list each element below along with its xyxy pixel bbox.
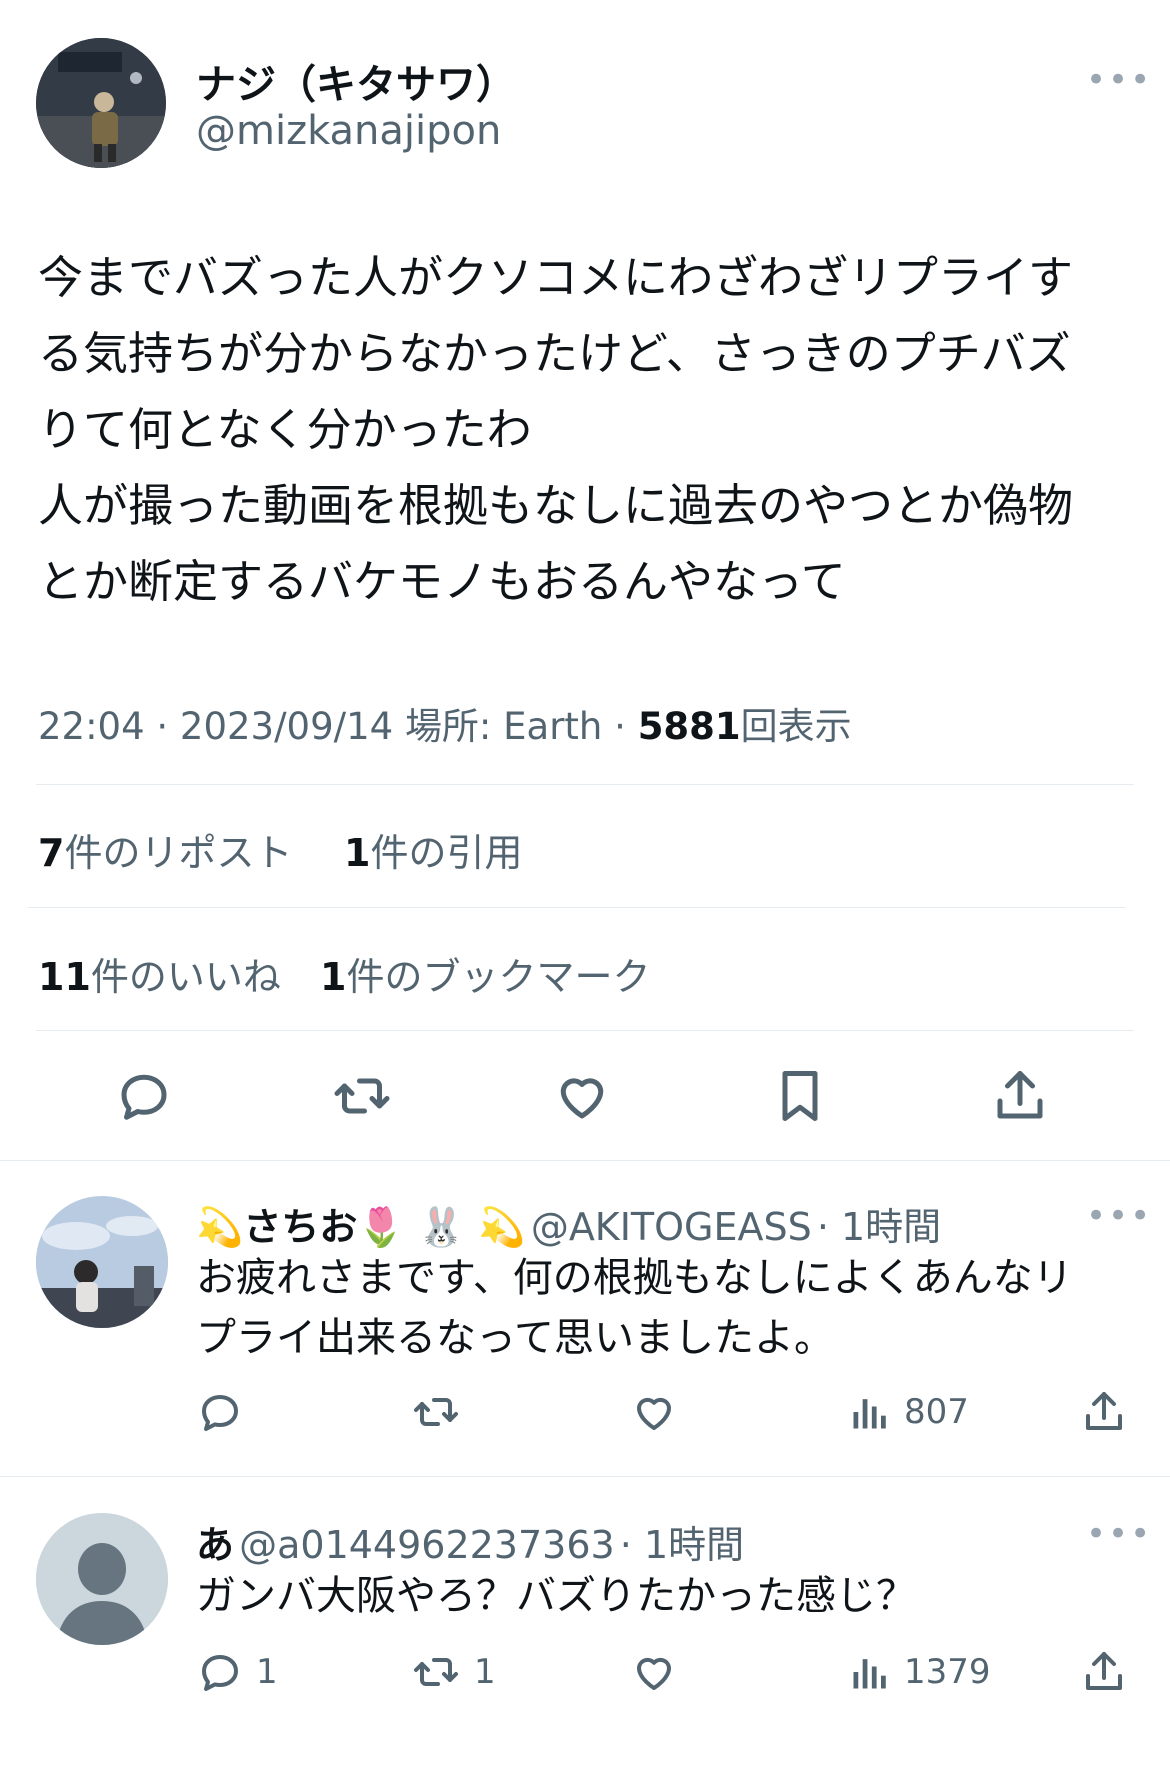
reply-count: 1: [256, 1652, 278, 1692]
bookmarks-stat[interactable]: 1件のブックマーク: [320, 946, 650, 1001]
share-button[interactable]: [1080, 1646, 1128, 1698]
reply-button[interactable]: [112, 1064, 176, 1128]
bookmarks-count: 1: [320, 955, 347, 999]
share-icon: [997, 1071, 1043, 1119]
reply-handle[interactable]: @a0144962237363: [239, 1523, 615, 1567]
tweet-body-line: とか断定するバケモノもおるんやなって: [38, 555, 846, 608]
divider: [28, 907, 1126, 908]
author-handle[interactable]: @mizkanajipon: [196, 108, 501, 154]
bookmark-icon: [782, 1071, 818, 1121]
views-count: 807: [904, 1392, 969, 1432]
quotes-count: 1: [344, 831, 371, 875]
bookmarks-label: 件のブックマーク: [346, 955, 651, 999]
share-icon: [1086, 1392, 1122, 1430]
tweet-body-line: りて何となく分かったわ: [38, 403, 532, 456]
reply-avatar[interactable]: [36, 1196, 168, 1328]
repost-button[interactable]: 1: [410, 1646, 496, 1698]
tweet-meta: 22:04 · 2023/09/14 場所: Earth · 5881回表示: [38, 696, 852, 750]
reply-header: 💫さちお🌷 🐰 💫 @AKITOGEASS · 1時間: [196, 1196, 941, 1251]
reply-display-name[interactable]: あ: [196, 1523, 234, 1567]
like-button[interactable]: [630, 1386, 678, 1438]
like-icon: [560, 1078, 604, 1119]
share-button[interactable]: [988, 1064, 1052, 1128]
analytics-icon: [853, 1399, 886, 1429]
divider: [36, 1030, 1134, 1031]
tweet-body-line: る気持ちが分からなかったけど、さっきのプチバズ: [38, 327, 1071, 380]
more-options-icon[interactable]: •••: [1086, 1196, 1152, 1236]
reply-text-line: プライ出来るなって思いましたよ。: [196, 1315, 834, 1361]
tweet-timestamp[interactable]: 22:04 · 2023/09/14: [38, 705, 393, 748]
reposts-stat[interactable]: 7件のリポスト: [38, 822, 292, 877]
reply-icon: [202, 1395, 238, 1431]
author-display-name[interactable]: ナジ（キタサワ）: [196, 52, 516, 110]
bookmark-button[interactable]: [768, 1064, 832, 1128]
author-avatar[interactable]: [36, 38, 166, 168]
reply-text-line: ガンバ大阪やろ？バズりたかった感じ？: [196, 1573, 916, 1619]
quotes-label: 件の引用: [370, 831, 523, 875]
more-options-icon[interactable]: •••: [1086, 1514, 1152, 1554]
reply-avatar-default[interactable]: [36, 1513, 168, 1645]
likes-stat[interactable]: 11件のいいね: [38, 946, 281, 1001]
likes-count: 11: [38, 955, 91, 999]
reply-display-name[interactable]: 💫さちお🌷 🐰 💫: [196, 1205, 526, 1249]
views-label: 回表示: [740, 705, 852, 748]
reply-time[interactable]: · 1時間: [620, 1523, 744, 1567]
reply-icon: [202, 1655, 238, 1691]
repost-count: 1: [474, 1652, 496, 1692]
reposts-count: 7: [38, 831, 65, 875]
views-button[interactable]: 807: [848, 1386, 969, 1438]
repost-icon: [414, 1658, 458, 1686]
divider: [0, 1160, 1170, 1161]
reply-handle[interactable]: @AKITOGEASS: [531, 1205, 812, 1249]
tweet-body-line: 人が撮った動画を根拠もなしに過去のやつとか偽物: [38, 479, 1074, 532]
reply-time[interactable]: · 1時間: [817, 1205, 941, 1249]
views-button[interactable]: 1379: [848, 1646, 991, 1698]
repost-icon: [334, 1078, 390, 1114]
divider: [36, 784, 1134, 785]
reply-button[interactable]: [196, 1386, 256, 1438]
reply-text-line: お疲れさまです、何の根拠もなしによくあんなリ: [196, 1255, 1073, 1301]
likes-label: 件のいいね: [90, 955, 281, 999]
quotes-stat[interactable]: 1件の引用: [344, 822, 522, 877]
tweet-body-line: 今までバズった人がクソコメにわざわざリプライす: [38, 251, 1074, 304]
share-button[interactable]: [1080, 1386, 1128, 1438]
like-icon: [637, 1397, 671, 1430]
more-options-icon[interactable]: •••: [1086, 60, 1152, 100]
analytics-icon: [853, 1659, 886, 1689]
like-button[interactable]: [630, 1646, 678, 1698]
reposts-label: 件のリポスト: [64, 831, 293, 875]
reply-header: あ @a0144962237363 · 1時間: [196, 1514, 744, 1569]
repost-icon: [414, 1398, 458, 1426]
repost-button[interactable]: [330, 1064, 394, 1128]
repost-button[interactable]: [410, 1386, 474, 1438]
views-count: 5881: [637, 705, 741, 748]
views-count: 1379: [904, 1652, 991, 1692]
like-icon: [637, 1657, 671, 1690]
share-icon: [1086, 1652, 1122, 1690]
divider: [0, 1476, 1170, 1477]
reply-button[interactable]: 1: [196, 1646, 278, 1698]
reply-icon: [121, 1074, 167, 1120]
tweet-location: 場所: Earth ·: [404, 705, 626, 748]
like-button[interactable]: [550, 1064, 614, 1128]
